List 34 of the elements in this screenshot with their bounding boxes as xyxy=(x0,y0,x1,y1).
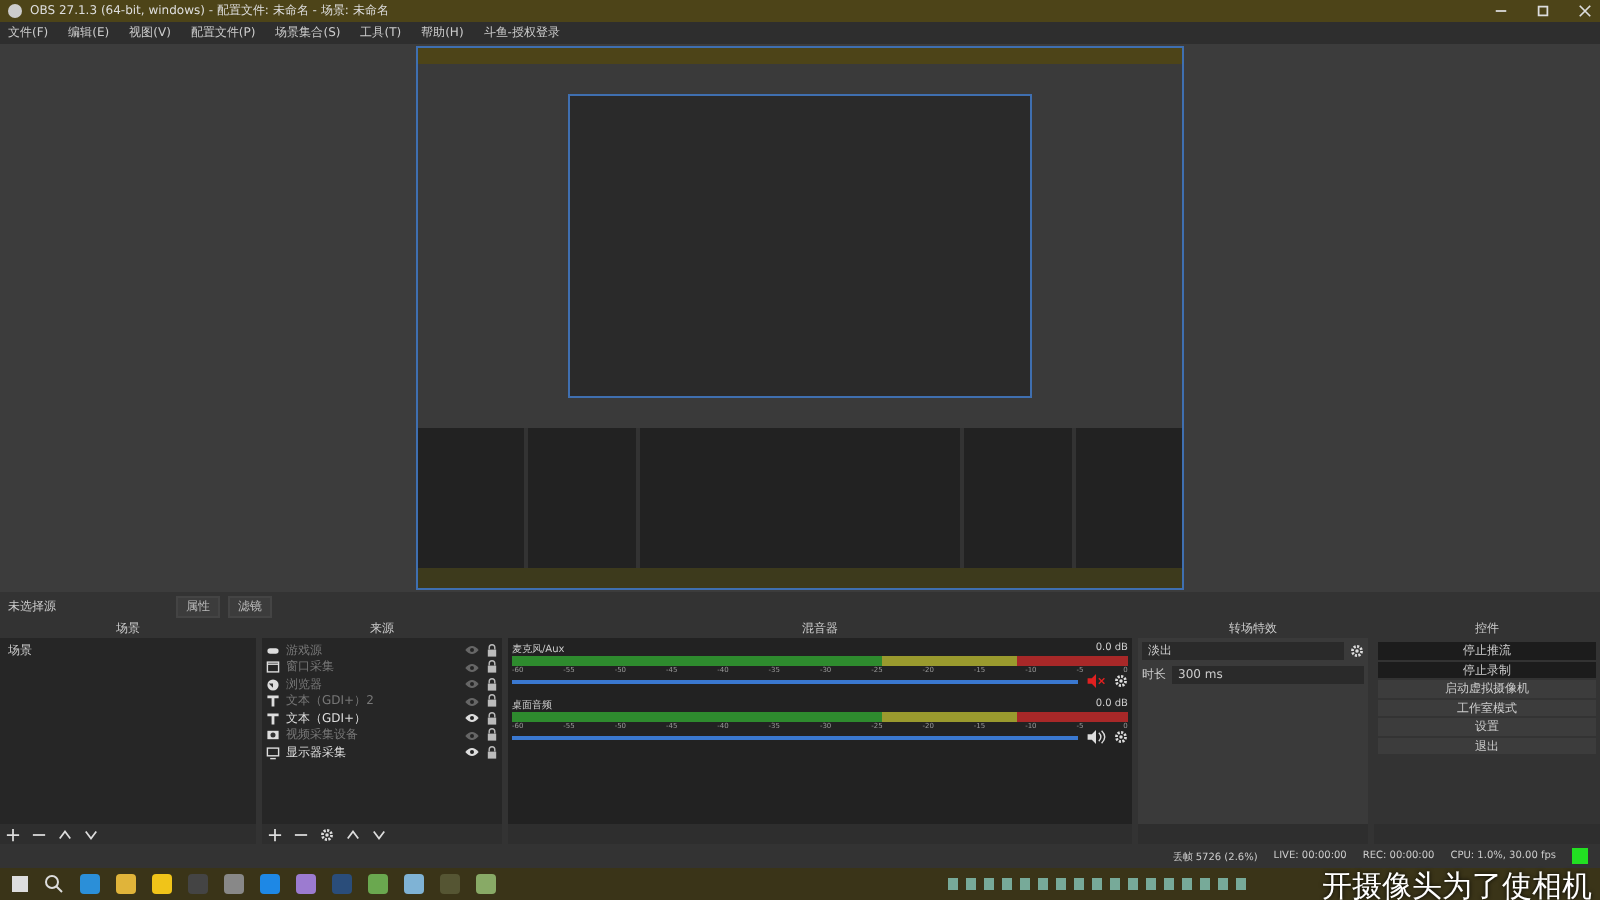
lock-icon[interactable] xyxy=(486,745,498,760)
monitor-icon xyxy=(266,745,280,760)
status-indicator-icon xyxy=(1572,848,1588,864)
windows-start-icon[interactable] xyxy=(12,876,28,892)
eye-icon[interactable] xyxy=(464,746,480,759)
gamepad-icon xyxy=(266,643,280,658)
up-icon[interactable] xyxy=(346,827,360,841)
add-icon[interactable] xyxy=(6,827,20,841)
globe-icon xyxy=(266,677,280,692)
lock-icon[interactable] xyxy=(486,677,498,692)
minimize-icon[interactable] xyxy=(1494,4,1508,18)
lock-icon[interactable] xyxy=(486,643,498,658)
gear-icon[interactable] xyxy=(320,827,334,841)
app-logo-icon xyxy=(8,4,22,18)
search-icon[interactable] xyxy=(44,874,64,894)
lock-icon[interactable] xyxy=(486,660,498,675)
gear-icon[interactable] xyxy=(1114,674,1128,688)
close-icon[interactable] xyxy=(1578,4,1592,18)
eye-icon[interactable] xyxy=(464,712,480,725)
gear-icon[interactable] xyxy=(1350,644,1364,658)
gear-icon[interactable] xyxy=(1114,730,1128,744)
up-icon[interactable] xyxy=(58,827,72,841)
muted-speaker-icon[interactable] xyxy=(1086,674,1106,688)
subtitle-caption: 开摄像头为了使相机 xyxy=(1322,868,1592,900)
down-icon[interactable] xyxy=(372,827,386,841)
lock-icon[interactable] xyxy=(486,711,498,726)
add-icon[interactable] xyxy=(268,827,282,841)
lock-icon[interactable] xyxy=(486,694,498,709)
maximize-icon[interactable] xyxy=(1536,4,1550,18)
speaker-icon[interactable] xyxy=(1086,730,1106,744)
camera-icon xyxy=(266,728,280,743)
down-icon[interactable] xyxy=(84,827,98,841)
window-icon xyxy=(266,660,280,675)
lock-icon[interactable] xyxy=(486,728,498,743)
